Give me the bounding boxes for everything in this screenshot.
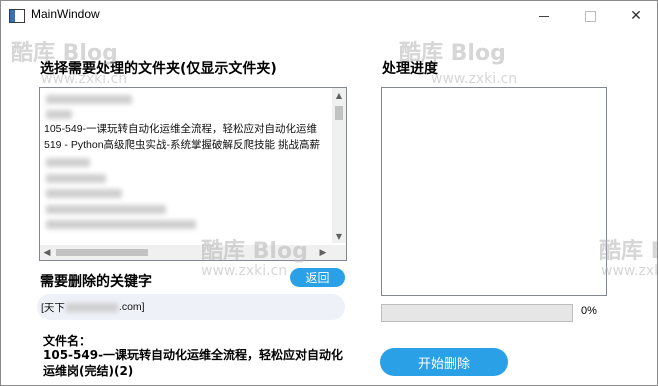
keyword-input-prefix: [天下 xyxy=(41,301,65,314)
folder-list-heading: 选择需要处理的文件夹(仅显示文件夹) xyxy=(40,61,277,77)
progress-log-box[interactable] xyxy=(381,87,607,296)
progress-percent-label: 0% xyxy=(581,305,597,317)
scroll-up-icon[interactable]: ▲ xyxy=(332,88,346,102)
scroll-right-icon[interactable]: ▶ xyxy=(316,245,330,260)
watermark-url: www.zxki.cn xyxy=(601,263,657,279)
back-button[interactable]: 返回 xyxy=(290,268,345,287)
redacted-list-item xyxy=(46,174,106,183)
title-bar: MainWindow ✕ xyxy=(1,1,657,31)
redacted-list-item xyxy=(46,110,72,119)
maximize-button[interactable] xyxy=(567,1,613,31)
progress-heading: 处理进度 xyxy=(382,61,438,77)
vertical-scroll-thumb[interactable] xyxy=(335,106,343,120)
app-window-icon xyxy=(9,9,25,23)
minimize-button[interactable] xyxy=(521,1,567,31)
scrollbar-corner xyxy=(332,245,346,260)
start-delete-button[interactable]: 开始删除 xyxy=(380,348,508,376)
redacted-list-item xyxy=(46,189,122,198)
folder-listbox[interactable]: 105-549-一课玩转自动化运维全流程，轻松应对自动化运维 519 - Pyt… xyxy=(39,87,347,261)
redacted-list-item xyxy=(46,220,196,229)
redacted-list-item xyxy=(46,95,132,104)
minimize-icon xyxy=(539,15,549,17)
scroll-down-icon[interactable]: ▼ xyxy=(332,229,346,243)
close-icon: ✕ xyxy=(630,8,642,24)
redacted-list-item xyxy=(46,205,166,214)
maximize-icon xyxy=(584,10,596,22)
close-button[interactable]: ✕ xyxy=(613,1,657,31)
window-title: MainWindow xyxy=(31,7,100,21)
progress-bar xyxy=(381,304,573,322)
redacted-keyword-segment xyxy=(65,302,118,312)
watermark-logo: 酷库 Blog xyxy=(599,239,657,264)
watermark-url: www.zxki.cn xyxy=(201,263,288,279)
redacted-list-item xyxy=(46,158,90,167)
scroll-left-icon[interactable]: ◀ xyxy=(40,245,54,260)
keyword-input-suffix: .com] xyxy=(118,301,145,313)
keyword-heading: 需要删除的关键字 xyxy=(40,274,152,290)
main-window: MainWindow ✕ 选择需要处理的文件夹(仅显示文件夹) 105-549-… xyxy=(0,0,658,386)
filename-value: 105-549-一课玩转自动化运维全流程，轻松应对自动化运维岗(完结)(2) xyxy=(43,348,344,378)
keyword-input[interactable]: [天下 .com] xyxy=(37,294,345,320)
folder-list-vertical-scrollbar[interactable]: ▲ ▼ xyxy=(332,88,346,243)
folder-list-item[interactable]: 519 - Python高级爬虫实战-系统掌握破解反爬技能 挑战高薪 xyxy=(44,138,330,153)
horizontal-scroll-thumb[interactable] xyxy=(56,249,148,256)
folder-list-item[interactable]: 105-549-一课玩转自动化运维全流程，轻松应对自动化运维 xyxy=(44,122,330,137)
watermark-url: www.zxki.cn xyxy=(431,71,518,87)
folder-list-horizontal-scrollbar[interactable]: ◀ ▶ xyxy=(40,245,346,260)
